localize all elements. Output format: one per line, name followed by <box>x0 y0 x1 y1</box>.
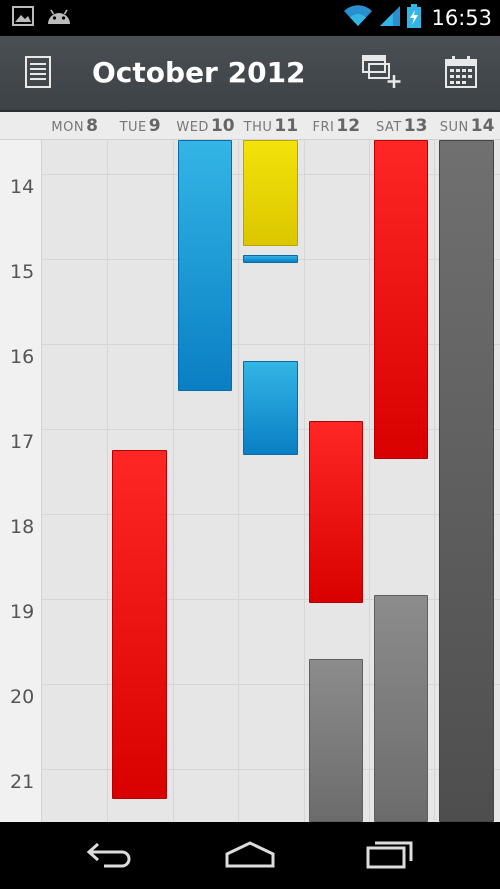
recent-apps-button[interactable] <box>360 838 420 874</box>
calendar-event[interactable] <box>243 254 298 264</box>
day-column-divider <box>172 140 174 822</box>
calendar-event[interactable] <box>374 140 429 459</box>
battery-charging-icon <box>407 4 422 32</box>
day-name: FRI <box>312 120 335 135</box>
day-number: 12 <box>336 116 361 136</box>
hour-label: 20 <box>10 686 35 708</box>
calendar-event[interactable] <box>308 420 363 604</box>
home-button[interactable] <box>220 838 280 874</box>
hour-column: 14 15 16 17 18 19 20 21 <box>0 140 42 822</box>
signal-icon <box>379 5 401 31</box>
day-header-tue[interactable]: TUE 9 <box>107 116 172 138</box>
home-icon <box>224 840 276 872</box>
calendar-month-icon <box>445 56 477 92</box>
calendar-event[interactable] <box>243 361 298 455</box>
day-column-divider <box>369 140 370 822</box>
week-day-header: MON 8 TUE 9 WED 10 THU 11 FRI 12 SAT 13 SUN 14 <box>0 112 500 140</box>
day-name: MON <box>51 120 85 135</box>
hour-label: 14 <box>10 176 35 198</box>
day-name: SUN <box>439 120 469 135</box>
status-clock: 16:53 <box>431 6 492 30</box>
hour-label: 15 <box>10 261 35 283</box>
day-number: 10 <box>210 116 235 136</box>
navigation-bar <box>0 822 500 889</box>
day-number: 11 <box>274 116 299 136</box>
week-grid[interactable]: 14 15 16 17 18 19 20 21 <box>0 140 500 822</box>
agenda-list-icon <box>25 56 51 92</box>
android-icon <box>46 7 72 29</box>
day-name: TUE <box>119 120 147 135</box>
day-name: SAT <box>375 120 402 135</box>
calendar-event[interactable] <box>243 140 298 247</box>
day-header-sun[interactable]: SUN 14 <box>434 116 499 138</box>
day-header-fri[interactable]: FRI 12 <box>304 116 369 138</box>
month-view-button[interactable] <box>437 50 485 98</box>
day-name: WED <box>176 120 209 135</box>
day-column-divider <box>434 140 436 822</box>
day-header-wed[interactable]: WED 10 <box>173 116 238 138</box>
calendar-event[interactable] <box>112 450 167 799</box>
recent-apps-icon <box>365 839 415 873</box>
agenda-list-button[interactable] <box>14 50 62 98</box>
hour-label: 21 <box>10 771 35 793</box>
day-header-sat[interactable]: SAT 13 <box>369 116 434 138</box>
day-number: 14 <box>470 116 495 136</box>
hour-gridline <box>42 514 500 515</box>
calendar-event[interactable] <box>374 594 429 822</box>
day-column-divider <box>238 140 240 822</box>
day-header-thu[interactable]: THU 11 <box>238 116 303 138</box>
new-event-icon <box>362 55 402 93</box>
image-icon <box>12 6 34 30</box>
day-number: 9 <box>148 116 161 136</box>
hour-gridline <box>42 599 500 600</box>
status-bar: 16:53 <box>0 0 500 36</box>
day-header-mon[interactable]: MON 8 <box>42 116 107 138</box>
back-button[interactable] <box>80 838 140 874</box>
wifi-icon <box>343 5 373 31</box>
back-icon <box>86 840 134 872</box>
action-bar: October 2012 <box>0 36 500 112</box>
hour-gridline <box>42 684 500 685</box>
hour-label: 19 <box>10 601 35 623</box>
new-event-button[interactable] <box>358 50 406 98</box>
day-name: THU <box>243 120 273 135</box>
hour-label: 18 <box>10 516 35 538</box>
hour-gridline <box>42 344 500 345</box>
hour-label: 17 <box>10 431 35 453</box>
calendar-event[interactable] <box>308 658 363 822</box>
day-column-divider <box>303 140 305 822</box>
day-number: 8 <box>86 116 98 136</box>
day-number: 13 <box>403 116 428 136</box>
hour-label: 16 <box>10 346 35 368</box>
calendar-event[interactable] <box>439 140 494 822</box>
calendar-event[interactable] <box>177 140 233 391</box>
day-column-divider <box>107 140 109 822</box>
hour-gridline <box>42 769 500 770</box>
page-title: October 2012 <box>92 56 306 89</box>
